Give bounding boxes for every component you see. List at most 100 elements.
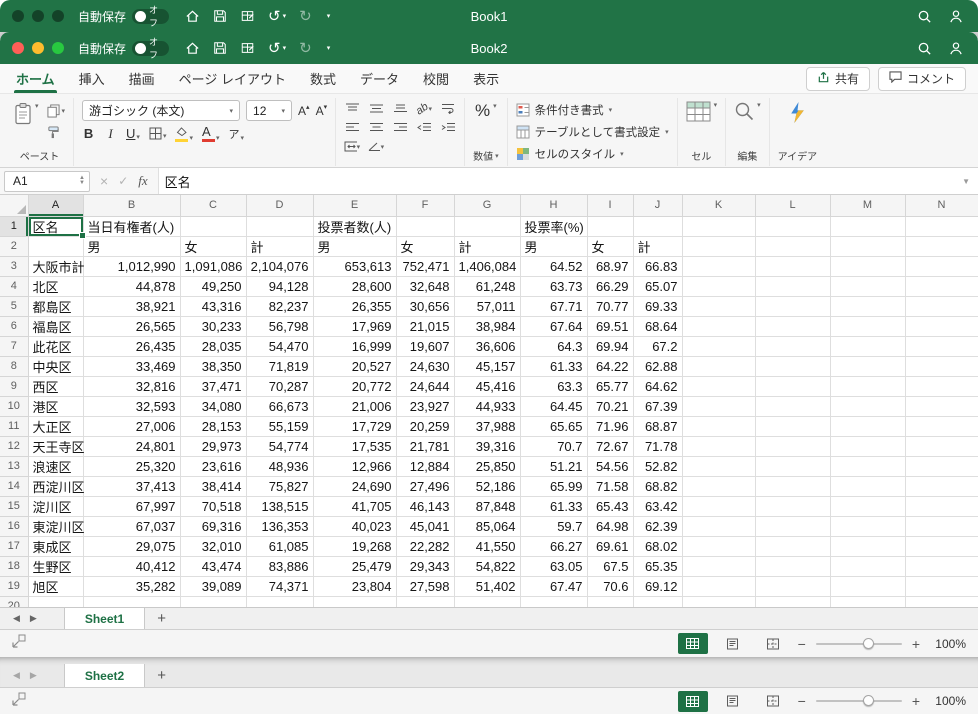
cell[interactable]: 33,469 bbox=[83, 356, 181, 377]
share-person-icon[interactable] bbox=[948, 9, 964, 24]
enter-icon[interactable]: ✓ bbox=[118, 174, 128, 188]
merge-center-icon[interactable]: ▾ bbox=[344, 140, 360, 154]
cell[interactable] bbox=[830, 296, 906, 317]
cell[interactable] bbox=[682, 376, 756, 397]
page-break-view-button[interactable] bbox=[758, 691, 788, 712]
cell[interactable]: 22,282 bbox=[396, 536, 455, 557]
cell[interactable] bbox=[905, 356, 978, 377]
cell[interactable]: 653,613 bbox=[313, 256, 397, 277]
bold-icon[interactable]: B bbox=[82, 126, 95, 141]
cell[interactable]: 41,550 bbox=[454, 536, 521, 557]
cell[interactable]: 61.33 bbox=[520, 356, 588, 377]
cell[interactable]: 西区 bbox=[28, 376, 84, 397]
cell[interactable]: 29,343 bbox=[396, 556, 455, 577]
column-header[interactable]: J bbox=[633, 195, 683, 217]
cell[interactable]: 67,997 bbox=[83, 496, 181, 517]
minimize-button[interactable] bbox=[32, 42, 44, 54]
cell[interactable]: 17,729 bbox=[313, 416, 397, 437]
cell[interactable]: 65.99 bbox=[520, 476, 588, 497]
row-header[interactable]: 18 bbox=[0, 556, 29, 577]
cell[interactable] bbox=[830, 496, 906, 517]
cell[interactable]: 67,037 bbox=[83, 516, 181, 537]
cell[interactable]: 54,774 bbox=[246, 436, 314, 457]
cell[interactable] bbox=[180, 216, 247, 237]
cell[interactable] bbox=[755, 456, 831, 477]
cell[interactable]: 68.64 bbox=[633, 316, 683, 337]
cell[interactable] bbox=[682, 516, 756, 537]
cell[interactable]: 16,999 bbox=[313, 336, 397, 357]
cell[interactable] bbox=[682, 576, 756, 597]
cell[interactable]: 1,012,990 bbox=[83, 256, 181, 277]
cells-button[interactable]: ▾ bbox=[686, 98, 717, 122]
format-as-table-button[interactable]: テーブルとして書式設定 ▾ bbox=[516, 123, 669, 142]
cell[interactable] bbox=[830, 356, 906, 377]
cell[interactable] bbox=[830, 596, 906, 607]
cell[interactable]: 25,320 bbox=[83, 456, 181, 477]
cell[interactable]: 75,827 bbox=[246, 476, 314, 497]
cell[interactable] bbox=[830, 276, 906, 297]
name-box-stepper[interactable]: ▲ ▼ bbox=[79, 175, 85, 186]
cell[interactable]: 40,412 bbox=[83, 556, 181, 577]
cell[interactable] bbox=[587, 596, 634, 607]
titlebar-book2[interactable]: 自動保存 オフ ↺ ▾ ↻ ▾ Book2 bbox=[0, 32, 978, 64]
cell[interactable]: 23,804 bbox=[313, 576, 397, 597]
align-middle-icon[interactable] bbox=[368, 102, 384, 116]
cell[interactable]: 54,470 bbox=[246, 336, 314, 357]
cell[interactable]: 67.39 bbox=[633, 396, 683, 417]
cell[interactable]: 69,316 bbox=[180, 516, 247, 537]
cell[interactable] bbox=[755, 356, 831, 377]
table-edit-icon[interactable] bbox=[240, 41, 255, 55]
cell[interactable] bbox=[905, 256, 978, 277]
cell[interactable] bbox=[905, 216, 978, 237]
cell[interactable] bbox=[830, 376, 906, 397]
cell[interactable] bbox=[905, 476, 978, 497]
ribbon-tab[interactable]: 表示 bbox=[473, 64, 499, 93]
cell[interactable] bbox=[755, 496, 831, 517]
cell[interactable]: 64.3 bbox=[520, 336, 588, 357]
cell[interactable] bbox=[755, 556, 831, 577]
cell[interactable]: 59.7 bbox=[520, 516, 588, 537]
table-edit-icon[interactable] bbox=[240, 9, 255, 23]
cell[interactable] bbox=[520, 596, 588, 607]
cell[interactable]: 67.71 bbox=[520, 296, 588, 317]
cell[interactable]: 1,406,084 bbox=[454, 256, 521, 277]
cell[interactable] bbox=[755, 336, 831, 357]
cell[interactable]: 24,630 bbox=[396, 356, 455, 377]
cell[interactable]: 都島区 bbox=[28, 296, 84, 317]
sheet-nav-right-icon[interactable]: ▶ bbox=[25, 608, 42, 629]
cell[interactable] bbox=[830, 536, 906, 557]
cell[interactable]: 21,006 bbox=[313, 396, 397, 417]
cell[interactable]: 38,921 bbox=[83, 296, 181, 317]
cell[interactable] bbox=[682, 236, 756, 257]
row-header[interactable]: 20 bbox=[0, 596, 29, 607]
zoom-in-button[interactable]: + bbox=[912, 637, 920, 651]
minimize-button[interactable] bbox=[32, 10, 44, 22]
sheet-nav-left-icon[interactable]: ◀ bbox=[8, 664, 25, 687]
decrease-indent-icon[interactable] bbox=[416, 121, 432, 135]
cell[interactable] bbox=[830, 396, 906, 417]
cell[interactable] bbox=[905, 376, 978, 397]
cell[interactable] bbox=[755, 516, 831, 537]
save-icon[interactable] bbox=[213, 9, 227, 23]
cell[interactable]: 63.73 bbox=[520, 276, 588, 297]
cell[interactable]: 74,371 bbox=[246, 576, 314, 597]
cell[interactable]: 生野区 bbox=[28, 556, 84, 577]
cell[interactable]: 27,006 bbox=[83, 416, 181, 437]
search-icon[interactable] bbox=[917, 41, 932, 56]
cell[interactable] bbox=[682, 456, 756, 477]
toolbar-overflow-icon[interactable]: ▾ bbox=[325, 45, 331, 52]
search-icon[interactable] bbox=[917, 9, 932, 24]
editing-button[interactable]: ▾ bbox=[734, 98, 761, 121]
cell[interactable]: 67.2 bbox=[633, 336, 683, 357]
cell[interactable] bbox=[682, 596, 756, 607]
autosave-toggle[interactable]: オフ bbox=[132, 37, 170, 60]
cell[interactable]: 28,600 bbox=[313, 276, 397, 297]
cell[interactable]: 38,414 bbox=[180, 476, 247, 497]
cell[interactable] bbox=[755, 216, 831, 237]
cell[interactable] bbox=[905, 576, 978, 597]
comments-button[interactable]: コメント bbox=[877, 66, 966, 91]
cell[interactable] bbox=[755, 236, 831, 257]
increase-font-size-icon[interactable]: A ▴ bbox=[298, 104, 310, 118]
cell-styles-button[interactable]: セルのスタイル ▾ bbox=[516, 145, 669, 164]
cell[interactable] bbox=[830, 456, 906, 477]
